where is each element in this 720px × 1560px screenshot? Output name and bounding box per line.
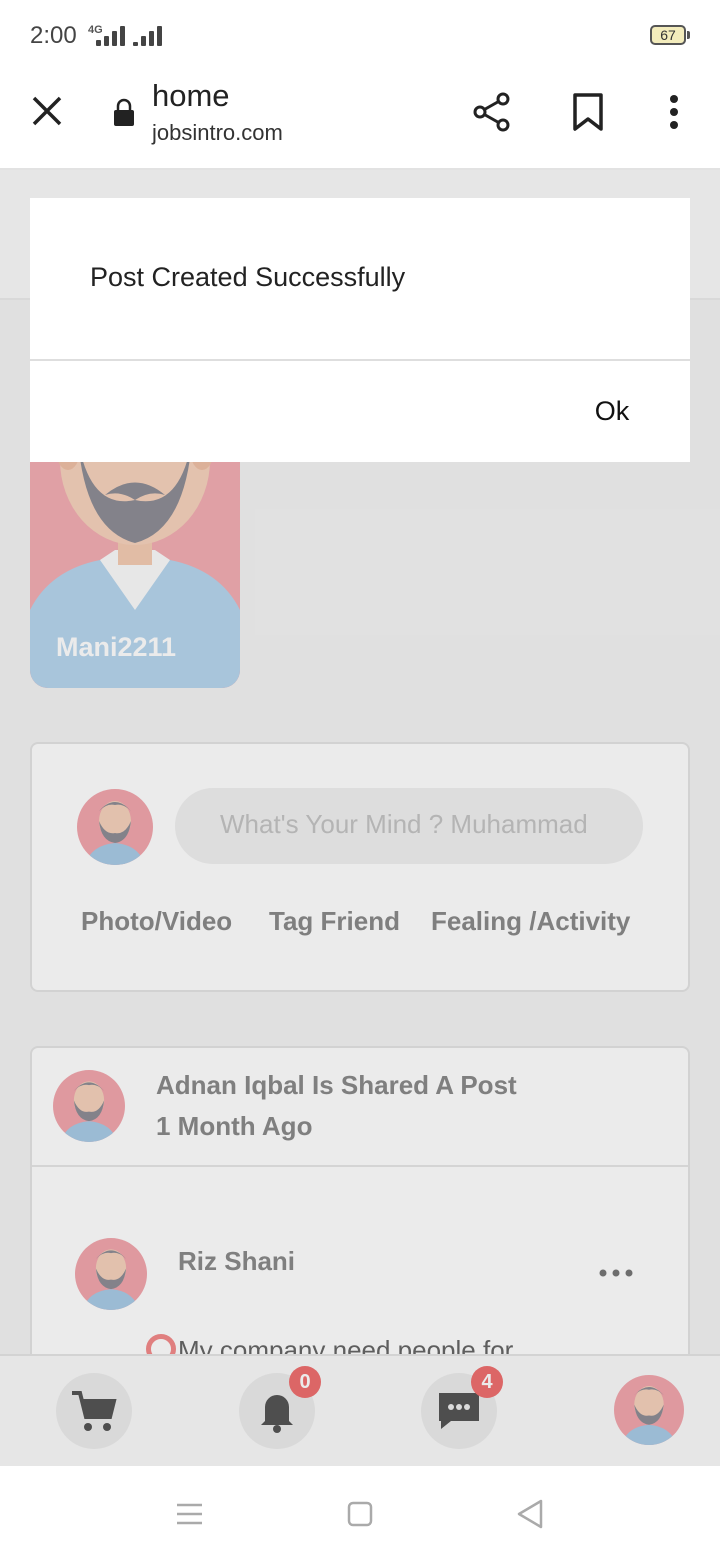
bookmark-icon[interactable]: [564, 88, 612, 140]
more-options-icon[interactable]: [654, 88, 694, 140]
page-title[interactable]: home: [152, 78, 230, 114]
browser-toolbar: [0, 70, 720, 170]
system-nav-bar: [0, 1462, 720, 1560]
dialog-divider: [30, 359, 690, 361]
battery-tip: [687, 31, 690, 39]
signal-icon: [96, 26, 126, 46]
battery-icon: 67: [650, 25, 686, 45]
share-icon[interactable]: [466, 88, 518, 140]
lock-icon: [113, 98, 135, 128]
status-bar: 2:00 4G 67: [0, 0, 720, 70]
ok-button[interactable]: Ok: [570, 384, 654, 440]
home-icon[interactable]: [344, 1498, 376, 1530]
page-url[interactable]: jobsintro.com: [152, 120, 283, 146]
close-icon[interactable]: [22, 96, 74, 128]
alert-dialog: Post Created Successfully Ok: [30, 198, 690, 462]
status-time: 2:00: [30, 22, 77, 49]
dialog-message: Post Created Successfully: [90, 262, 406, 292]
signal-icon-2: [133, 26, 163, 46]
recent-apps-icon[interactable]: [170, 1500, 210, 1530]
back-icon[interactable]: [512, 1496, 548, 1532]
